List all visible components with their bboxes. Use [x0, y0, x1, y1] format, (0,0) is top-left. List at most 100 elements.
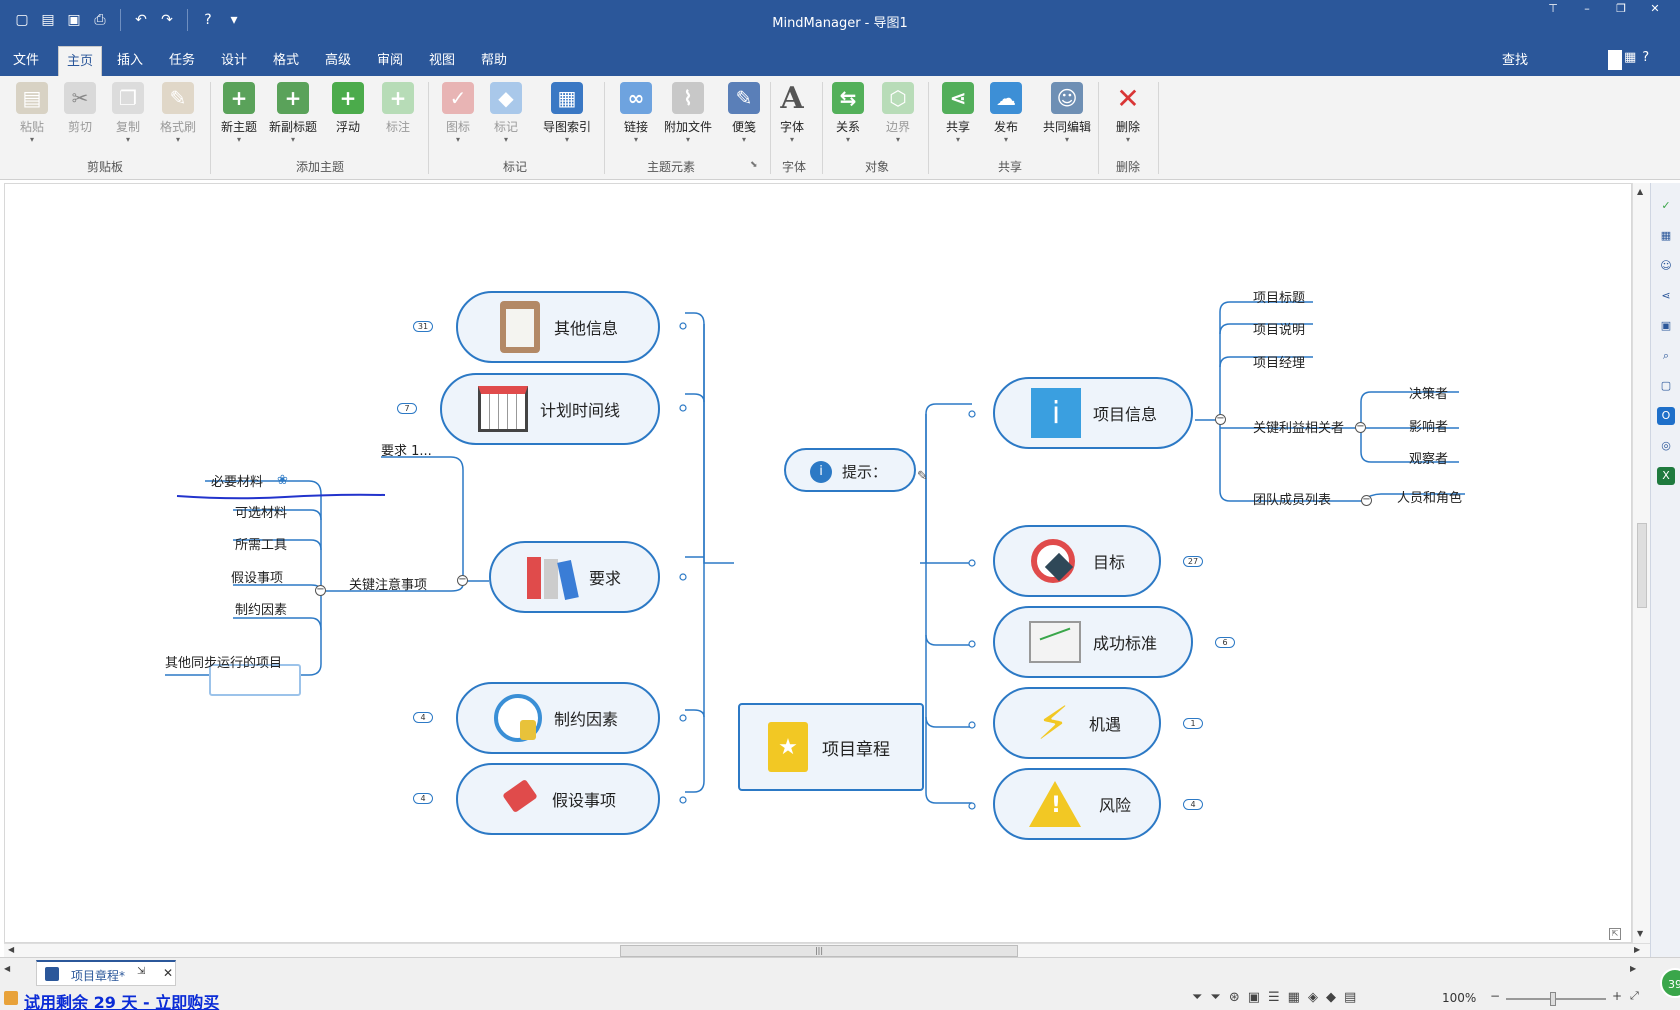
subtopic-parallel-projects[interactable]: 其他同步运行的项目 — [165, 652, 282, 671]
tab-scroll-left-icon[interactable]: ◀ — [4, 964, 10, 973]
zoom-slider-thumb[interactable] — [1550, 992, 1556, 1006]
scroll-right-icon[interactable]: ▶ — [1634, 945, 1640, 954]
collapse-icon[interactable]: − — [1355, 422, 1366, 433]
subtopic-optional-materials[interactable]: 可选材料 — [235, 502, 287, 521]
minimize-icon[interactable]: – — [1570, 2, 1604, 20]
central-topic[interactable]: ★ 项目章程 — [738, 703, 924, 791]
collapse-icon[interactable]: − — [315, 585, 326, 596]
attach-file-button[interactable]: ⌇ 附加文件 ▾ — [656, 82, 720, 145]
filter-options-icon[interactable]: ⏷ — [1210, 990, 1220, 1005]
topic-goals[interactable]: 目标 — [993, 525, 1161, 597]
topic-project-info[interactable]: i 项目信息 — [993, 377, 1193, 449]
help-icon[interactable]: ? — [1642, 50, 1649, 65]
tab-scroll-right-icon[interactable]: ▶ — [1630, 964, 1636, 973]
calendar-icon[interactable]: ▦ — [1657, 227, 1675, 245]
scroll-left-icon[interactable]: ◀ — [8, 945, 14, 954]
callout-tip[interactable]: i 提示： — [784, 448, 916, 492]
tag-view-icon[interactable]: ◆ — [1326, 990, 1336, 1005]
topic-requirements[interactable]: 要求 — [489, 541, 660, 613]
topic-success-criteria[interactable]: 成功标准 — [993, 606, 1193, 678]
subtopic-project-description[interactable]: 项目说明 — [1253, 319, 1305, 338]
float-tab-icon[interactable]: ⇲ — [137, 966, 145, 977]
subtopic-team-members[interactable]: 团队成员列表 — [1253, 489, 1331, 508]
subtopic-observer[interactable]: 观察者 — [1409, 448, 1448, 467]
map-canvas[interactable]: i 提示： ✎ 其他信息 31 计划时间线 7 要求 制约因素 4 假设事项 4… — [4, 183, 1632, 943]
boundary-button[interactable]: ⬡ 边界 ▾ — [870, 82, 926, 145]
tab-view[interactable]: 视图 — [424, 46, 460, 76]
excel-icon[interactable]: X — [1657, 467, 1675, 485]
outline-view-icon[interactable]: ☰ — [1268, 990, 1280, 1005]
branch-icon[interactable]: ⋖ — [1657, 287, 1675, 305]
count-badge[interactable]: 6 — [1215, 637, 1235, 648]
topic-opportunities[interactable]: ⚡ 机遇 — [993, 687, 1161, 759]
tab-insert[interactable]: 插入 — [112, 46, 148, 76]
tasks-icon[interactable]: ✓ — [1657, 197, 1675, 215]
tab-home[interactable]: 主页 — [58, 46, 102, 76]
trial-buy-link[interactable]: 试用剩余 29 天 - 立即购买 — [24, 989, 219, 1010]
subtopic-required-materials[interactable]: 必要材料 — [211, 471, 263, 490]
relationship-button[interactable]: ⇆ 关系 ▾ — [820, 82, 876, 145]
callout-button[interactable]: + 标注 — [370, 82, 426, 135]
publish-button[interactable]: ☁ 发布 ▾ — [978, 82, 1034, 145]
zoom-in-icon[interactable]: + — [1612, 989, 1622, 1003]
gantt-view-icon[interactable]: ▤ — [1344, 990, 1356, 1005]
subtopic-project-manager[interactable]: 项目经理 — [1253, 352, 1305, 371]
zoom-slider[interactable] — [1506, 992, 1606, 1006]
tab-help[interactable]: 帮助 — [476, 46, 512, 76]
topic-assumptions[interactable]: 假设事项 — [456, 763, 660, 835]
person-icon[interactable]: ☺ — [1657, 257, 1675, 275]
fit-map-icon[interactable]: ⤢ — [1630, 989, 1639, 1003]
subtopic-key-considerations[interactable]: 关键注意事项 — [349, 574, 427, 593]
subtopic-constraints[interactable]: 制约因素 — [235, 599, 287, 618]
layout-icon[interactable]: ▦ — [1624, 50, 1636, 65]
tags-button[interactable]: ◆ 标记 ▾ — [478, 82, 534, 145]
topic-risks[interactable]: ! 风险 — [993, 768, 1161, 840]
subtopic-assumptions[interactable]: 假设事项 — [231, 567, 283, 586]
horizontal-scroll-thumb[interactable]: ||| — [620, 945, 1018, 957]
close-icon[interactable]: ✕ — [1638, 2, 1672, 20]
zoom-level[interactable]: 100% — [1442, 991, 1476, 1005]
count-badge[interactable]: 4 — [1183, 799, 1203, 810]
restore-icon[interactable]: ❐ — [1604, 2, 1638, 20]
count-badge[interactable]: 7 — [397, 403, 417, 414]
subtopic-decision-maker[interactable]: 决策者 — [1409, 383, 1448, 402]
format-painter-button[interactable]: ✎ 格式刷 ▾ — [150, 82, 206, 145]
subtopic-influencer[interactable]: 影响者 — [1409, 416, 1448, 435]
delete-button[interactable]: ✕ 删除 ▾ — [1100, 82, 1156, 145]
count-badge[interactable]: 1 — [1183, 718, 1203, 729]
image-icon[interactable]: ▣ — [1657, 317, 1675, 335]
map-overview-icon[interactable]: ⇱ — [1609, 928, 1621, 940]
dialog-launcher-icon[interactable]: ⬊ — [750, 160, 758, 170]
tab-review[interactable]: 审阅 — [372, 46, 408, 76]
floating-topic-button[interactable]: + 浮动 — [320, 82, 376, 135]
map-view-icon[interactable]: ▣ — [1248, 990, 1260, 1005]
topic-constraints[interactable]: 制约因素 — [456, 682, 660, 754]
topic-other-info[interactable]: 其他信息 — [456, 291, 660, 363]
collapse-icon[interactable]: − — [457, 575, 468, 586]
focus-icon[interactable]: ⊛ — [1229, 990, 1240, 1005]
font-button[interactable]: A 字体 ▾ — [764, 81, 820, 145]
linked-view-icon[interactable]: ◈ — [1308, 990, 1318, 1005]
globe-icon[interactable]: ◎ — [1657, 437, 1675, 455]
collapse-icon[interactable]: − — [1215, 414, 1226, 425]
tab-close-icon[interactable]: ✕ — [163, 966, 173, 980]
schedule-view-icon[interactable]: ▦ — [1288, 990, 1300, 1005]
document-tab[interactable]: 项目章程* ⇲ ✕ — [36, 960, 176, 986]
vertical-scroll-thumb[interactable] — [1637, 523, 1647, 608]
tab-file[interactable]: 文件 — [8, 46, 44, 76]
count-badge[interactable]: 4 — [413, 793, 433, 804]
horizontal-scrollbar[interactable]: ◀ ||| ▶ — [4, 943, 1650, 957]
count-badge[interactable]: 4 — [413, 712, 433, 723]
filter-icon[interactable]: ⏷ — [1192, 990, 1202, 1005]
copy-button[interactable]: ❐ 复制 ▾ — [100, 82, 156, 145]
count-badge[interactable]: 27 — [1183, 556, 1203, 567]
scroll-down-icon[interactable]: ▼ — [1637, 929, 1643, 938]
co-edit-button[interactable]: ☺ 共同编辑 ▾ — [1032, 82, 1102, 145]
subtopic-project-title[interactable]: 项目标题 — [1253, 287, 1305, 306]
vertical-scrollbar[interactable]: ▲ ▼ — [1632, 183, 1650, 943]
search-dropdown[interactable] — [1608, 50, 1622, 70]
subtopic-req1[interactable]: 要求 1... — [381, 440, 432, 459]
ribbon-display-icon[interactable]: ⊤ — [1536, 2, 1570, 20]
scroll-up-icon[interactable]: ▲ — [1637, 187, 1643, 196]
search-icon[interactable]: ⌕ — [1657, 347, 1675, 365]
